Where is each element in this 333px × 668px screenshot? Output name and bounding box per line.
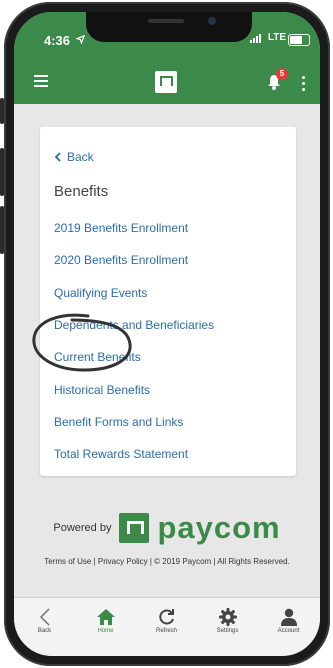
phone-volume-up: [0, 148, 4, 196]
bottom-tab-bar: Back Home Refresh Settings Account: [14, 597, 320, 656]
back-link-label: Back: [67, 150, 94, 164]
link-total-rewards-statement[interactable]: Total Rewards Statement: [54, 447, 188, 461]
notification-badge: 5: [276, 68, 288, 80]
more-options-icon[interactable]: [302, 76, 306, 94]
tab-account[interactable]: Account: [258, 598, 319, 646]
tab-back-label: Back: [37, 628, 52, 634]
legal-footer[interactable]: Terms of Use | Privacy Policy | © 2019 P…: [14, 557, 320, 566]
paycom-logo-icon[interactable]: [155, 71, 177, 93]
powered-by-label: Powered by: [53, 522, 112, 534]
tab-account-label: Account: [277, 628, 300, 634]
status-time: 4:36: [44, 33, 71, 48]
front-camera: [208, 17, 216, 25]
status-bar: 4:36 LTE: [14, 12, 320, 59]
phone-frame: 4:36 LTE 5 Back Benefits 2019 Benefits E…: [0, 2, 330, 666]
chevron-left-icon: [54, 152, 61, 162]
gear-icon: [218, 608, 237, 626]
link-2020-benefits-enrollment[interactable]: 2020 Benefits Enrollment: [54, 253, 188, 267]
section-title: Benefits: [54, 183, 109, 200]
paycom-wordmark: paycom: [157, 510, 281, 545]
phone-notch: [86, 12, 252, 42]
home-icon: [96, 609, 115, 625]
speaker-grille: [148, 19, 184, 23]
tab-home-label: Home: [97, 628, 114, 634]
signal-icon: [250, 34, 261, 43]
link-qualifying-events[interactable]: Qualifying Events: [54, 286, 147, 300]
phone-volume-down: [0, 206, 4, 254]
tab-settings[interactable]: Settings: [197, 598, 258, 646]
phone-side-button: [0, 98, 4, 124]
menu-icon[interactable]: [34, 75, 48, 87]
paycom-mark-icon: [119, 513, 150, 543]
link-benefit-forms-and-links[interactable]: Benefit Forms and Links: [54, 415, 183, 429]
hand-drawn-circle-annotation: [32, 313, 132, 372]
app-header: 5: [14, 59, 320, 104]
powered-by-block: Powered by paycom: [14, 508, 320, 548]
refresh-icon: [158, 609, 174, 625]
location-arrow-icon: [76, 35, 85, 44]
benefits-card: Back Benefits 2019 Benefits Enrollment 2…: [40, 127, 296, 476]
battery-icon: [288, 34, 310, 46]
tab-back[interactable]: Back: [14, 598, 75, 646]
chevron-left-icon: [39, 608, 49, 626]
link-historical-benefits[interactable]: Historical Benefits: [54, 383, 150, 397]
tab-home[interactable]: Home: [75, 598, 136, 646]
link-2019-benefits-enrollment[interactable]: 2019 Benefits Enrollment: [54, 221, 188, 235]
network-type: LTE: [267, 32, 286, 43]
tab-refresh[interactable]: Refresh: [136, 598, 197, 646]
back-link[interactable]: Back: [54, 150, 94, 164]
tab-refresh-label: Refresh: [155, 628, 177, 634]
tab-settings-label: Settings: [216, 628, 239, 634]
screen: 4:36 LTE 5 Back Benefits 2019 Benefits E…: [14, 12, 320, 656]
person-icon: [280, 608, 297, 626]
